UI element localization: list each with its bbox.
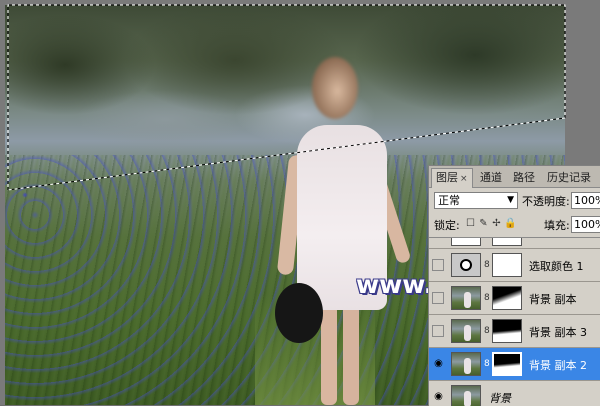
layer-name: 背景 副本 2 [529, 359, 587, 372]
blurred-trees-background [5, 5, 565, 155]
layer-selective-color-1[interactable]: 8 选取颜色 1 [429, 249, 600, 282]
layer-name: 背景 副本 [529, 293, 577, 306]
panel-tabs: 图层 × 通道 路径 历史记录 [429, 166, 600, 188]
layer-name: 背景 [489, 392, 511, 405]
layer-background-copy-3[interactable]: 8 背景 副本 3 [429, 315, 600, 348]
link-chain-icon: 8 [484, 293, 490, 303]
blend-mode-value: 正常 [438, 194, 460, 207]
tab-layers[interactable]: 图层 × [431, 168, 473, 188]
layers-list: 8 选取颜色 1 8 背景 副本 8 背景 副本 3 ◉ 8 背景 副本 2 ◉… [429, 237, 600, 406]
link-chain-icon: 8 [484, 260, 490, 270]
layer-mask-thumbnail [492, 238, 522, 246]
fill-input[interactable]: 100% [571, 216, 600, 233]
layer-background-copy-2[interactable]: ◉ 8 背景 副本 2 [429, 348, 600, 381]
layer-thumbnail [451, 352, 481, 376]
layer-name: 背景 副本 3 [529, 326, 587, 339]
girl-left-leg [321, 305, 337, 405]
opacity-input[interactable]: 100% [571, 192, 600, 209]
tab-history[interactable]: 历史记录 [543, 169, 595, 186]
layer-background[interactable]: ◉ 背景 [429, 381, 600, 406]
lock-all-icon[interactable]: 🔒 [504, 218, 516, 229]
close-icon[interactable]: × [460, 174, 468, 184]
visibility-toggle[interactable] [432, 292, 444, 304]
lock-fill-row: 锁定: ☐ ✎ ✢ 🔒 填充: 100% [432, 215, 600, 235]
layer-mask-thumbnail[interactable] [492, 319, 522, 343]
chevron-down-icon: ▼ [507, 195, 514, 205]
blend-mode-select[interactable]: 正常 ▼ [434, 192, 518, 209]
opacity-label: 不透明度: [522, 195, 570, 208]
lock-transparent-pixels-icon[interactable]: ☐ [465, 218, 476, 229]
layer-mask-thumbnail[interactable] [492, 352, 522, 376]
eye-icon[interactable]: ◉ [432, 392, 445, 402]
layers-panel: 图层× 通道 路径 历史记录 正常 ▼ 不透明度: 100% 锁定: ☐ ✎ ✢… [428, 165, 600, 406]
visibility-toggle[interactable] [432, 259, 444, 271]
layer-thumbnail [451, 286, 481, 310]
black-hat [275, 283, 323, 343]
layer-thumbnail [451, 319, 481, 343]
tab-paths[interactable]: 路径 [509, 169, 539, 186]
link-chain-icon: 8 [484, 326, 490, 336]
lock-position-icon[interactable]: ✢ [491, 218, 502, 229]
layer-background-copy[interactable]: 8 背景 副本 [429, 282, 600, 315]
layer-thumbnail [451, 238, 481, 246]
girl-head [312, 57, 358, 119]
visibility-toggle[interactable] [432, 325, 444, 337]
fill-label: 填充: [544, 219, 570, 232]
blend-opacity-row: 正常 ▼ 不透明度: 100% [432, 191, 600, 211]
layer-mask-thumbnail[interactable] [492, 286, 522, 310]
layer-thumbnail [451, 385, 481, 406]
adjustment-layer-icon [451, 253, 481, 277]
girl-right-leg [343, 305, 359, 405]
tab-channels[interactable]: 通道 [476, 169, 506, 186]
layer-row-partial[interactable] [429, 238, 600, 249]
layer-name: 选取颜色 1 [529, 260, 584, 273]
eye-icon[interactable]: ◉ [432, 359, 445, 369]
tab-layers-label: 图层 [436, 171, 458, 184]
lock-image-pixels-icon[interactable]: ✎ [478, 218, 489, 229]
link-chain-icon: 8 [484, 359, 490, 369]
lock-label: 锁定: [434, 219, 460, 232]
layer-mask-thumbnail[interactable] [492, 253, 522, 277]
